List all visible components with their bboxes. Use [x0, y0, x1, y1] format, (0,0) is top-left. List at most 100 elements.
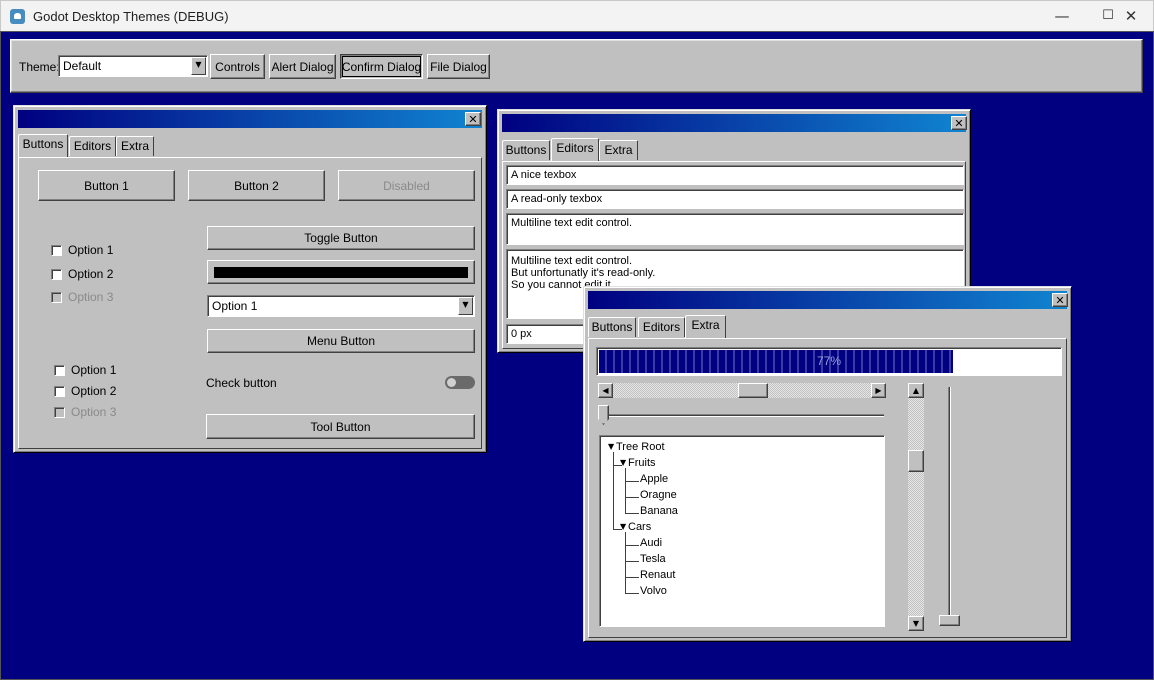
checkbox-label: Option 2 [71, 384, 117, 398]
checkbox-box [51, 291, 62, 303]
progress-label: 77% [816, 354, 842, 368]
tree-item[interactable]: Oragne [640, 489, 677, 501]
vertical-slider-grabber[interactable] [939, 615, 960, 626]
color-picker-button[interactable] [207, 260, 475, 284]
tree-item-fruits[interactable]: Fruits [628, 457, 656, 469]
tool-button[interactable]: Tool Button [206, 414, 475, 439]
tree-item-root[interactable]: Tree Root [616, 441, 665, 453]
check-button-switch[interactable] [445, 376, 475, 389]
checkbox-label: Option 1 [68, 243, 114, 257]
tab-extra[interactable]: Extra [116, 136, 154, 156]
window-titlebar[interactable]: Godot Desktop Themes (DEBUG) — ☐ ✕ [0, 0, 1154, 31]
close-icon[interactable]: ✕ [1052, 293, 1068, 307]
tree-connector [625, 577, 639, 578]
scrollbar-thumb[interactable] [908, 450, 924, 472]
checkbox-box [54, 364, 65, 376]
tree-item[interactable]: Apple [640, 473, 668, 485]
confirm-dialog-button[interactable]: Confirm Dialog [340, 54, 423, 79]
tree-connector [625, 513, 639, 514]
godot-app-icon [10, 9, 25, 24]
arrow-right-icon[interactable]: ▶ [871, 383, 886, 398]
progress-bar: 77% [596, 347, 1062, 376]
checkbox-b-option-3: Option 3 [54, 405, 116, 419]
checkbox-b-option-1[interactable]: Option 1 [54, 363, 116, 377]
readonly-textbox: A read-only texbox [506, 189, 964, 209]
checkbox-box [54, 406, 65, 418]
controls-button[interactable]: Controls [210, 54, 265, 79]
close-icon[interactable]: ✕ [951, 116, 967, 130]
tree-item[interactable]: Audi [640, 537, 662, 549]
dialog-titlebar[interactable]: ✕ [588, 291, 1068, 309]
collapse-arrow-icon[interactable]: ▼ [608, 442, 614, 451]
spinbox-field[interactable]: 0 px [506, 324, 586, 344]
tree-item[interactable]: Tesla [640, 553, 666, 565]
tree-item-cars[interactable]: Cars [628, 521, 651, 533]
dialog-titlebar[interactable]: ✕ [502, 114, 967, 132]
collapse-arrow-icon[interactable]: ▼ [620, 458, 626, 467]
checkbox-box [51, 268, 62, 280]
tab-buttons[interactable]: Buttons [18, 134, 68, 157]
buttons-panel: Button 1 Button 2 Disabled Option 1 Opti… [18, 157, 482, 449]
tab-extra[interactable]: Extra [685, 315, 726, 338]
file-dialog-button[interactable]: File Dialog [427, 54, 490, 79]
option-button[interactable]: Option 1 ▼ [207, 295, 475, 317]
checkbox-label: Option 2 [68, 267, 114, 281]
tab-buttons[interactable]: Buttons [588, 317, 636, 337]
arrow-left-icon[interactable]: ◀ [598, 383, 613, 398]
buttons-dialog: ✕ Buttons Editors Extra Button 1 Button … [13, 105, 487, 453]
arrow-down-icon[interactable]: ▼ [908, 616, 924, 631]
multiline-textedit[interactable]: Multiline text edit control. [506, 213, 964, 245]
extra-dialog: ✕ Buttons Editors Extra 77% ◀ ▶ ▼ Tree R… [583, 286, 1072, 642]
dialog-titlebar[interactable]: ✕ [18, 110, 482, 128]
tab-editors[interactable]: Editors [551, 138, 599, 161]
horizontal-slider-grabber[interactable] [598, 405, 609, 425]
toggle-button[interactable]: Toggle Button [207, 226, 475, 250]
checkbox-label: Option 1 [71, 363, 117, 377]
tree-connector [625, 481, 639, 482]
checkbox-box [54, 385, 65, 397]
collapse-arrow-icon[interactable]: ▼ [620, 522, 626, 531]
checkbox-option-1[interactable]: Option 1 [51, 243, 113, 257]
tab-editors[interactable]: Editors [638, 317, 685, 337]
checkbox-label: Option 3 [68, 290, 114, 304]
button-1[interactable]: Button 1 [38, 170, 175, 201]
theme-select[interactable]: Default ▼ [58, 55, 208, 77]
tree-connector [613, 452, 614, 530]
tree-view[interactable]: ▼ Tree Root ▼ Fruits Apple Oragne Banana… [599, 435, 885, 627]
menu-button[interactable]: Menu Button [207, 329, 475, 353]
disabled-button: Disabled [338, 170, 475, 201]
minimize-button[interactable]: — [1039, 1, 1085, 32]
switch-knob [447, 378, 456, 387]
close-icon[interactable]: ✕ [465, 112, 481, 126]
checkbox-box [51, 244, 62, 256]
button-2[interactable]: Button 2 [188, 170, 325, 201]
horizontal-slider-track[interactable] [598, 414, 884, 417]
vertical-slider-track[interactable] [948, 387, 951, 621]
color-swatch [214, 266, 468, 278]
tab-editors[interactable]: Editors [69, 136, 116, 156]
checkbox-option-2[interactable]: Option 2 [51, 267, 113, 281]
extra-panel: 77% ◀ ▶ ▼ Tree Root ▼ Fruits Apple Oragn… [588, 338, 1067, 638]
tree-connector [625, 497, 639, 498]
theme-select-value: Default [63, 59, 102, 73]
tab-buttons[interactable]: Buttons [502, 140, 550, 160]
tab-bar: Buttons Editors Extra [502, 138, 966, 161]
tree-connector [625, 593, 639, 594]
scrollbar-thumb[interactable] [738, 383, 768, 398]
tab-bar: Buttons Editors Extra [588, 315, 1067, 338]
chevron-down-icon: ▼ [191, 57, 206, 75]
close-button[interactable]: ✕ [1108, 1, 1154, 32]
nice-textbox[interactable]: A nice texbox [506, 165, 964, 185]
tree-item[interactable]: Banana [640, 505, 678, 517]
vertical-scrollbar[interactable]: ▲ ▼ [908, 383, 924, 631]
arrow-up-icon[interactable]: ▲ [908, 383, 924, 398]
horizontal-scrollbar[interactable]: ◀ ▶ [598, 383, 886, 398]
checkbox-b-option-2[interactable]: Option 2 [54, 384, 116, 398]
theme-toolbar: Theme: Default ▼ Controls Alert Dialog C… [10, 39, 1143, 93]
alert-dialog-button[interactable]: Alert Dialog [269, 54, 336, 79]
tab-bar: Buttons Editors Extra [18, 134, 482, 157]
tree-item[interactable]: Volvo [640, 585, 667, 597]
tab-extra[interactable]: Extra [599, 140, 638, 160]
tree-item[interactable]: Renaut [640, 569, 675, 581]
tree-connector [625, 561, 639, 562]
